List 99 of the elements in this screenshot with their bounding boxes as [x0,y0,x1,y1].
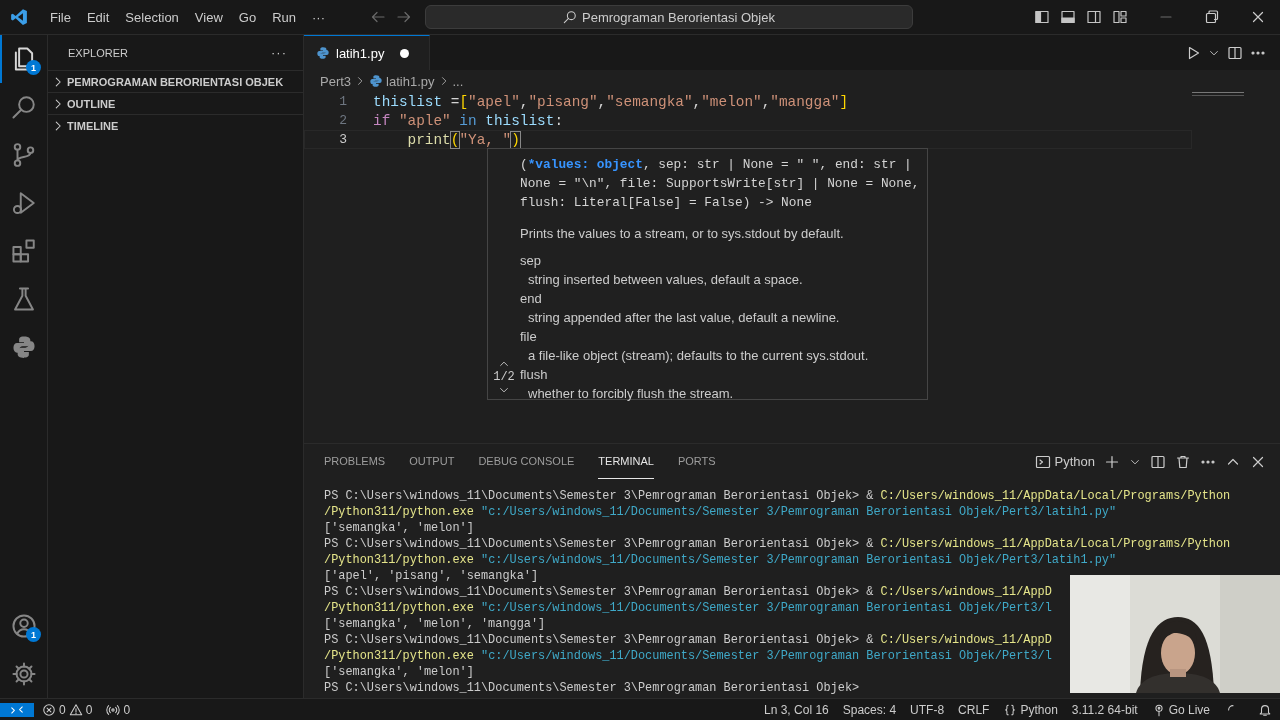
parameter-doc: string appended after the last value, default a newline. [527,309,841,327]
customize-layout-icon[interactable] [1112,9,1128,25]
close-icon[interactable] [1250,9,1266,25]
problems-status[interactable]: 0 0 [36,702,99,717]
section-header[interactable]: TIMELINE [48,114,303,136]
warning-icon [68,702,83,717]
error-icon [42,702,56,717]
section-title: TIMELINE [67,119,119,132]
section-title: PEMROGRAMAN BERORIENTASI OBJEK [67,75,284,88]
status-item[interactable]: 3.11.2 64-bit [1065,702,1144,717]
settings-icon[interactable] [10,661,37,687]
command-center-text: Pemrograman Berorientasi Objek [582,9,775,25]
restore-icon[interactable] [1204,9,1220,25]
breadcrumb-item[interactable]: Pert3 [320,73,352,89]
file-type-icon [316,46,330,60]
line-number: 1 [338,94,347,109]
extensions-icon[interactable] [10,238,37,264]
code-line: thislist =["apel","pisang","semangka","melon","mangga"] [373,93,849,110]
terminal-line: PS C:\Users\windows_11\Documents\Semester 3\Pemrograman Berorientasi Objek> & C:/Users/windows_11/AppData/Local/Programs/Python [324,488,1231,504]
tab-label: latih1.py [336,45,386,61]
toggle-secondary-sidebar-icon[interactable] [1086,9,1102,25]
editor-tab[interactable]: latih1.py [304,35,430,70]
menu-item[interactable]: File [42,9,79,25]
code-line: print("Ya, ") [406,131,520,148]
description-text: Prints the values to a stream, or to sys.stdout by default. [520,225,845,243]
panel-tab[interactable]: TERMINAL [598,444,654,479]
status-item[interactable]: UTF-8 [904,702,951,717]
menu-item[interactable]: Edit [78,9,118,25]
terminal-line: PS C:\Users\windows_11\Documents\Semester 3\Pemrograman Berorientasi Objek> [324,680,860,696]
parameter-name: file [520,328,538,346]
remote-button[interactable] [0,702,34,717]
search-icon[interactable] [10,94,37,120]
menu-item[interactable]: Selection [117,9,187,25]
sidebar-title: EXPLORER [68,46,128,59]
toggle-sidebar-icon[interactable] [1034,9,1050,25]
status-item[interactable]: CRLF [952,702,996,717]
panel-tab[interactable]: PROBLEMS [324,444,386,479]
app-logo-icon [10,8,28,26]
line-number: 2 [338,113,347,128]
menu-item[interactable]: ··· [304,9,333,25]
go-live-button[interactable]: Go Live [1145,702,1216,717]
ports-status[interactable]: 0 [100,702,137,717]
status-item[interactable]: Ln 3, Col 16 [758,702,835,717]
trash-icon[interactable] [1175,453,1191,470]
overload-counter: 1/2 [493,370,515,384]
new-terminal-icon[interactable] [1104,453,1120,470]
search-icon [563,10,578,24]
terminal-line: /Python311/python.exe "c:/Users/windows_11/Documents/Semester 3/Pemrograman Berorientasi Objek/Pert3/l [324,600,1052,616]
parameter-name: end [520,290,543,308]
panel-tab[interactable]: OUTPUT [409,444,455,479]
line-number: 3 [338,132,347,147]
logo-icon[interactable] [10,334,37,360]
terminal-line: PS C:\Users\windows_11\Documents\Semester 3\Pemrograman Berorientasi Objek> & C:/Users/windows_11/AppD [324,584,1052,600]
minimap-drawing [1192,92,1244,96]
status-item[interactable]: Spaces: 4 [836,702,903,717]
panel-tab[interactable]: DEBUG CONSOLE [478,444,575,479]
terminal-line: ['apel', 'pisang', 'semangka'] [324,568,539,584]
command-center[interactable]: Pemrograman Berorientasi Objek [425,5,913,29]
count-badge: 1 [26,60,41,75]
notifications-icon[interactable] [1258,702,1272,717]
parameter-name: flush [520,366,549,384]
section-title: OUTLINE [67,97,116,110]
account-icon[interactable] [10,613,37,639]
terminal-line: /Python311/python.exe "c:/Users/windows_11/Documents/Semester 3/Pemrograman Berorientasi Objek/Pert3/l [324,648,1052,664]
language-mode[interactable]: Python [997,702,1064,717]
panel-tab[interactable]: PORTS [677,444,716,479]
count-badge: 1 [26,627,41,642]
signature-text: (*values: object, sep: str | None = " ", end: str | None = "\n", file: SupportsWrite[str] | None = None, flush: Literal[False] = False) -> None [520,156,921,212]
section-header[interactable]: OUTLINE [48,92,303,114]
file-type-icon [369,74,384,88]
terminal-line: ['semangka', 'melon', 'mangga'] [324,616,546,632]
section-header[interactable]: PEMROGRAMAN BERORIENTASI OBJEK [48,70,303,92]
terminal-line: PS C:\Users\windows_11\Documents\Semester 3\Pemrograman Berorientasi Objek> & C:/Users/windows_11/AppData/Local/Programs/Python [324,536,1231,552]
code-line: if "aple" in thislist: [373,112,564,129]
breadcrumb-item[interactable]: latih1.py [386,73,435,89]
braces-icon [1003,702,1018,717]
menu-item[interactable]: View [186,9,231,25]
terminal-icon [1034,453,1051,470]
terminal-line: /Python311/python.exe "c:/Users/windows_11/Documents/Semester 3/Pemrograman Berorientasi Objek/Pert3/latih1.py" [324,552,1117,568]
menu-item[interactable]: Run [264,9,304,25]
parameter-name: sep [520,252,542,270]
parameter-doc: a file-like object (stream); defaults to the current sys.stdout. [527,347,870,365]
terminal-line: /Python311/python.exe "c:/Users/windows_11/Documents/Semester 3/Pemrograman Berorientasi Objek/Pert3/latih1.py" [324,504,1117,520]
menu-item[interactable]: Go [230,9,265,25]
breadcrumb-item[interactable]: ... [452,73,464,89]
parameter-doc: whether to forcibly flush the stream. [527,385,735,403]
more-actions-button[interactable]: ··· [271,45,287,60]
back-arrow-icon[interactable] [370,9,386,25]
forward-arrow-icon[interactable] [396,9,412,25]
broadcast-icon [106,702,121,717]
terminal-selector[interactable]: Python [1034,453,1095,470]
terminal-line: PS C:\Users\windows_11\Documents\Semester 3\Pemrograman Berorientasi Objek> & C:/Users/windows_11/AppD [324,632,1052,648]
terminal-line: ['semangka', 'melon'] [324,520,474,536]
run-debug-icon[interactable] [10,190,37,216]
toggle-panel-icon[interactable] [1060,9,1076,25]
terminal-line: ['semangka', 'melon'] [324,664,474,680]
split-terminal-icon[interactable] [1150,453,1166,470]
split-editor-icon[interactable] [1227,44,1243,61]
parameter-doc: string inserted between values, default a space. [527,271,804,289]
